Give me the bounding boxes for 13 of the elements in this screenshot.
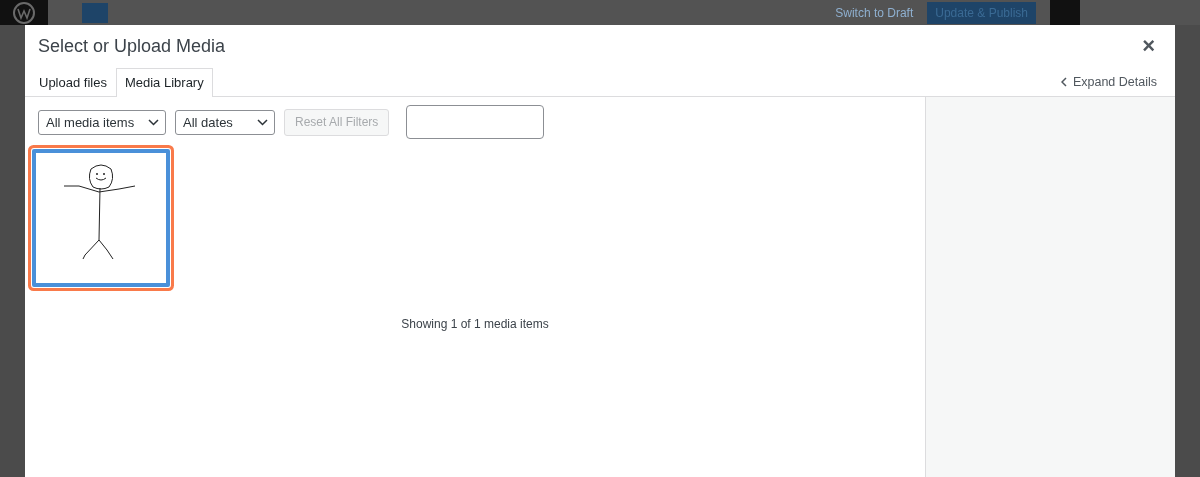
modal-title: Select or Upload Media — [38, 35, 226, 57]
search-field[interactable] — [406, 105, 545, 139]
expand-details-button[interactable]: Expand Details — [1060, 74, 1157, 89]
close-button[interactable]: × — [1138, 33, 1159, 59]
chevron-left-icon — [1060, 76, 1067, 87]
media-count-text: Showing 1 of 1 media items — [401, 317, 549, 331]
tab[interactable]: Media Library — [115, 68, 213, 97]
date-dropdown[interactable]: All dates — [175, 109, 275, 135]
wordpress-logo-icon[interactable] — [12, 0, 36, 25]
tab[interactable]: Upload files — [30, 68, 116, 97]
caret-icon — [148, 118, 159, 126]
media-type-dropdown[interactable]: All media items — [38, 109, 166, 135]
caret-icon — [257, 118, 268, 126]
